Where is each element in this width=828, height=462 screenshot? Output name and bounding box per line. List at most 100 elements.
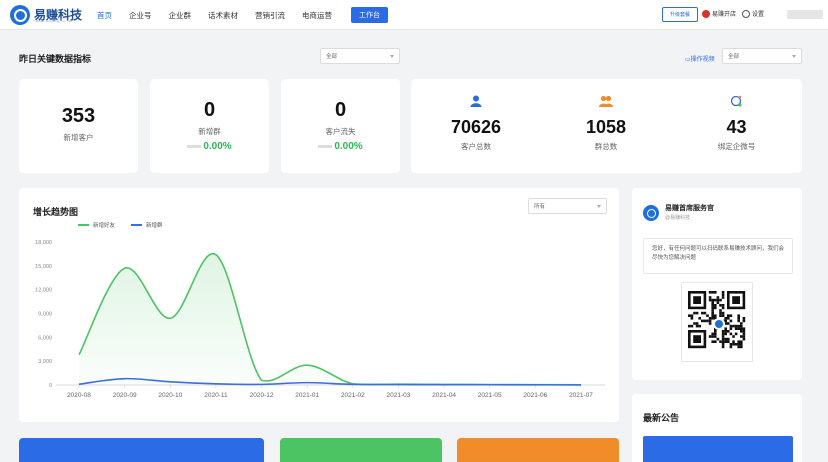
qr-module — [719, 309, 722, 312]
qr-module — [719, 304, 722, 307]
y-tick-label: 0 — [49, 383, 52, 389]
totals-filter-select[interactable]: 全部 — [722, 48, 802, 64]
y-tick-label: 6,000 — [38, 335, 52, 341]
stat-label: 客户流失 — [325, 127, 356, 136]
qr-module — [688, 324, 691, 328]
qr-module — [716, 337, 720, 341]
qr-module — [721, 296, 725, 299]
qr-module — [695, 311, 699, 315]
qr-module — [721, 304, 725, 307]
contact-qr-code[interactable] — [681, 282, 753, 362]
qr-module — [721, 314, 725, 317]
y-tick-label: 18,000 — [35, 240, 52, 246]
service-name: 易赚首席服务官 — [665, 205, 714, 212]
total-label: 群总数 — [594, 142, 618, 151]
settings-link[interactable]: 设置 — [742, 9, 764, 18]
open-shop-link[interactable]: 易赚开店 — [702, 9, 736, 18]
qr-logo-icon — [713, 318, 725, 330]
qr-module — [711, 311, 714, 315]
qr-module — [688, 314, 691, 317]
qr-module — [714, 314, 717, 317]
qr-module — [695, 322, 699, 325]
ops-video-link[interactable]: ▭操作视频 — [685, 54, 715, 63]
qr-module — [737, 319, 740, 323]
totals-card: 70626 客户总数 1058 群总数 43 绑定企微号 — [411, 79, 802, 173]
qr-module — [740, 322, 743, 325]
qr-module — [714, 298, 717, 302]
metrics-filter-select[interactable]: 全部 — [320, 48, 400, 64]
service-handle: @易赚科技 — [665, 215, 691, 221]
nav-item-ecommerce[interactable]: 电商运营 — [302, 10, 332, 21]
qr-module — [721, 343, 725, 346]
qr-module — [698, 324, 701, 328]
x-tick-label: 2020-09 — [113, 392, 137, 399]
bottom-card-blue[interactable] — [19, 438, 264, 462]
qr-module — [729, 314, 733, 317]
qr-module — [721, 330, 725, 333]
qr-module — [711, 314, 714, 317]
stat-value: 0 — [334, 99, 347, 121]
notice-banner[interactable] — [643, 436, 793, 462]
qr-module — [708, 335, 712, 338]
qr-module — [701, 319, 704, 323]
qr-module — [714, 304, 717, 307]
upgrade-plan-button[interactable]: 升级套餐 — [662, 7, 698, 22]
y-tick-label: 9,000 — [38, 312, 52, 318]
nav-item-enterprise-account[interactable]: 企业号 — [129, 10, 152, 21]
qr-module — [727, 317, 730, 320]
qr-module — [716, 296, 720, 299]
wechat-work-icon — [730, 95, 742, 107]
nav-item-scripts[interactable]: 话术素材 — [208, 10, 238, 21]
qr-module — [724, 330, 727, 333]
nav-item-home[interactable]: 首页 — [97, 10, 112, 21]
qr-module — [724, 337, 727, 341]
legend-swatch — [131, 224, 142, 226]
service-message: 您好，有任何问题可以扫码联系易赚技术顾问，我们会尽快为您解决问题 — [643, 238, 793, 274]
qr-module — [724, 327, 727, 330]
trend-filter-select[interactable]: 所有 — [528, 198, 607, 214]
qr-module — [727, 314, 730, 317]
legend-swatch — [78, 224, 89, 226]
brand-logo[interactable]: 易赚科技 Yizhuan Technology Co., Ltd. — [10, 5, 82, 25]
rate-prefix — [318, 144, 333, 148]
qr-module — [706, 319, 709, 323]
qr-module — [721, 306, 725, 310]
workbench-button[interactable]: 工作台 — [351, 7, 388, 23]
x-tick-label: 2021-04 — [432, 392, 456, 399]
legend-item-new-friends[interactable]: 新增好友 — [78, 221, 115, 229]
qr-module — [721, 332, 725, 336]
nav-item-marketing[interactable]: 营销引流 — [255, 10, 285, 21]
qr-module — [727, 330, 730, 333]
qr-module — [719, 298, 722, 302]
qr-module — [740, 345, 743, 349]
qr-module — [711, 301, 714, 304]
qr-module — [737, 343, 740, 346]
qr-module — [732, 335, 735, 338]
qr-module — [734, 343, 738, 346]
stat-card-customer-churn: 0 客户流失 0.00% — [281, 79, 400, 173]
open-shop-label: 易赚开店 — [712, 12, 737, 18]
trend-chart: 18,000 15,000 12,000 9,000 6,000 3,000 0 2020-0… — [35, 240, 605, 399]
qr-module — [721, 311, 725, 315]
qr-module — [690, 314, 694, 317]
qr-module — [737, 327, 740, 330]
user-account-menu[interactable] — [787, 10, 823, 19]
bottom-card-green[interactable] — [280, 438, 442, 462]
nav-item-enterprise-groups[interactable]: 企业群 — [169, 10, 192, 21]
qr-module — [693, 311, 696, 315]
x-tick-label: 2021-01 — [295, 392, 319, 399]
qr-module — [727, 322, 730, 325]
qr-module — [721, 337, 725, 341]
legend-item-new-groups[interactable]: 新增群 — [131, 221, 163, 229]
stat-rate: 0.00% — [150, 141, 269, 152]
logo-icon — [10, 5, 30, 25]
qr-module — [711, 335, 714, 338]
bottom-card-orange[interactable] — [457, 438, 619, 462]
qr-module — [708, 298, 712, 302]
qr-module — [729, 345, 733, 349]
series-area-new-friends — [79, 253, 581, 385]
x-tick-label: 2020-10 — [158, 392, 182, 399]
qr-module — [719, 311, 722, 315]
qr-module — [711, 304, 714, 307]
qr-module — [711, 291, 714, 294]
